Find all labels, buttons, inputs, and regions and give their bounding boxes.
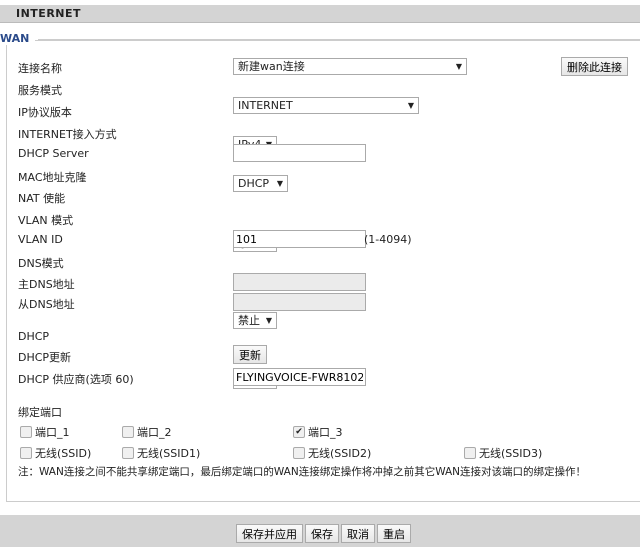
ssid1-checkbox[interactable]: 无线(SSID1) [122, 445, 200, 461]
dhcp-vendor-label: DHCP 供应商(选项 60) [18, 373, 134, 386]
page-title: INTERNET [16, 7, 82, 20]
selected-value: 新建wan连接 [238, 60, 305, 73]
binding-note: 注：WAN连接之间不能共享绑定端口，最后绑定端口的WAN连接绑定操作将冲掉之前其… [18, 466, 587, 478]
dhcp-renew-button[interactable]: 更新 [233, 345, 267, 364]
mac-clone-label: MAC地址克隆 [18, 171, 87, 184]
primary-dns-label: 主DNS地址 [18, 278, 75, 291]
page-header: INTERNET [0, 5, 640, 23]
checkbox-label: 无线(SSID3) [479, 447, 543, 460]
ssid-checkbox[interactable]: 无线(SSID) [20, 445, 91, 461]
selected-value: DHCP [238, 177, 270, 190]
access-mode-select[interactable]: DHCP ▼ [233, 175, 288, 192]
dropdown-arrow-icon: ▼ [407, 101, 414, 110]
footer-bar: 保存并应用 保存 取消 重启 [0, 515, 640, 547]
port-1-checkbox[interactable]: 端口_1 [20, 424, 70, 440]
dns-mode-label: DNS模式 [18, 257, 64, 270]
save-apply-button[interactable]: 保存并应用 [236, 524, 303, 543]
checkbox-icon [293, 447, 305, 459]
selected-value: INTERNET [238, 99, 293, 112]
conn-name-select[interactable]: 新建wan连接 ▼ [233, 58, 467, 75]
secondary-dns-label: 从DNS地址 [18, 298, 75, 311]
save-button[interactable]: 保存 [305, 524, 339, 543]
checkbox-label: 端口_3 [308, 426, 343, 439]
dropdown-arrow-icon: ▼ [455, 62, 462, 71]
checkbox-label: 无线(SSID2) [308, 447, 372, 460]
checkbox-label: 无线(SSID1) [137, 447, 201, 460]
ssid3-checkbox[interactable]: 无线(SSID3) [464, 445, 542, 461]
checkbox-label: 端口_2 [137, 426, 172, 439]
checkbox-label: 端口_1 [35, 426, 70, 439]
checkbox-icon [464, 447, 476, 459]
vlan-mode-select[interactable]: 禁止 ▼ [233, 312, 277, 329]
primary-dns-input[interactable] [233, 273, 366, 291]
checkbox-label: 无线(SSID) [35, 447, 92, 460]
service-mode-select[interactable]: INTERNET ▼ [233, 97, 419, 114]
section-legend: WAN [0, 32, 36, 45]
conn-name-label: 连接名称 [18, 62, 62, 75]
checkbox-icon [20, 447, 32, 459]
reboot-button[interactable]: 重启 [377, 524, 411, 543]
checkbox-icon [122, 426, 134, 438]
dhcp-heading: DHCP [18, 330, 50, 343]
ip-version-label: IP协议版本 [18, 106, 72, 119]
dhcp-server-label: DHCP Server [18, 147, 89, 160]
service-mode-label: 服务模式 [18, 84, 62, 97]
access-mode-label: INTERNET接入方式 [18, 128, 117, 141]
selected-value: 禁止 [238, 314, 260, 327]
vlan-id-input[interactable] [233, 230, 366, 248]
nat-label: NAT 使能 [18, 192, 66, 205]
dhcp-vendor-input[interactable] [233, 368, 366, 386]
cancel-button[interactable]: 取消 [341, 524, 375, 543]
vlan-id-hint: (1-4094) [364, 233, 412, 246]
vlan-mode-label: VLAN 模式 [18, 214, 74, 227]
binding-label: 绑定端口 [18, 406, 62, 419]
port-3-checkbox[interactable]: ✔ 端口_3 [293, 424, 343, 440]
dropdown-arrow-icon: ▼ [265, 316, 272, 325]
checkmark-icon: ✔ [293, 426, 305, 438]
vlan-id-label: VLAN ID [18, 233, 63, 246]
checkbox-icon [122, 447, 134, 459]
port-2-checkbox[interactable]: 端口_2 [122, 424, 172, 440]
delete-connection-button[interactable]: 删除此连接 [561, 57, 628, 76]
dhcp-server-input[interactable] [233, 144, 366, 162]
dhcp-renew-label: DHCP更新 [18, 351, 72, 364]
dropdown-arrow-icon: ▼ [276, 179, 283, 188]
checkbox-icon [20, 426, 32, 438]
secondary-dns-input[interactable] [233, 293, 366, 311]
ssid2-checkbox[interactable]: 无线(SSID2) [293, 445, 371, 461]
